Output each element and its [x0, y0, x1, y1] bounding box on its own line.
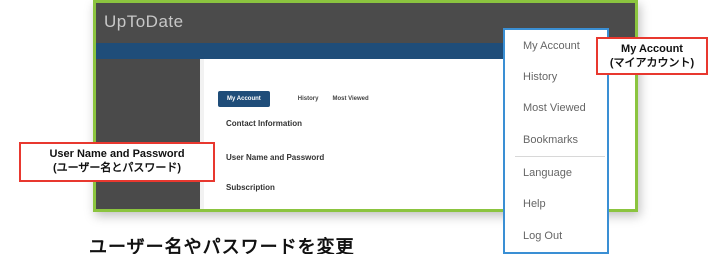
callout-line-ja: (ユーザー名とパスワード): [52, 162, 182, 175]
section-contact[interactable]: Contact Information: [226, 119, 302, 129]
instruction-figure: UpToDate My Account History Most Viewed …: [0, 0, 711, 254]
section-username-password[interactable]: User Name and Password: [226, 153, 324, 163]
section-subscription[interactable]: Subscription: [226, 183, 275, 193]
menu-item-log-out[interactable]: Log Out: [523, 230, 562, 242]
tab-history[interactable]: History: [298, 96, 319, 102]
account-tabs: My Account History Most Viewed: [218, 91, 369, 107]
tab-most-viewed[interactable]: Most Viewed: [332, 96, 368, 102]
callout-username-password: User Name and Password (ユーザー名とパスワード): [19, 142, 215, 182]
menu-item-my-account[interactable]: My Account: [523, 40, 580, 52]
callout-line-en: My Account: [621, 43, 683, 55]
tab-my-account[interactable]: My Account: [218, 91, 270, 107]
account-dropdown-menu: My Account History Most Viewed Bookmarks…: [503, 28, 609, 254]
menu-item-history[interactable]: History: [523, 71, 557, 83]
menu-item-help[interactable]: Help: [523, 198, 546, 210]
callout-my-account: My Account (マイアカウント): [596, 37, 708, 75]
left-sidebar: [96, 59, 200, 209]
menu-divider: [515, 156, 605, 157]
callout-line-ja: (マイアカウント): [609, 57, 695, 70]
menu-item-language[interactable]: Language: [523, 167, 572, 179]
section-title: Subscription: [226, 183, 275, 192]
app-logo: UpToDate: [104, 12, 184, 31]
section-title: User Name and Password: [226, 153, 325, 162]
callout-line-en: User Name and Password: [49, 148, 185, 160]
figure-caption: ユーザー名やパスワードを変更: [89, 237, 355, 254]
menu-item-most-viewed[interactable]: Most Viewed: [523, 102, 586, 114]
section-title: Contact Information: [226, 119, 302, 128]
menu-item-bookmarks[interactable]: Bookmarks: [523, 134, 578, 146]
